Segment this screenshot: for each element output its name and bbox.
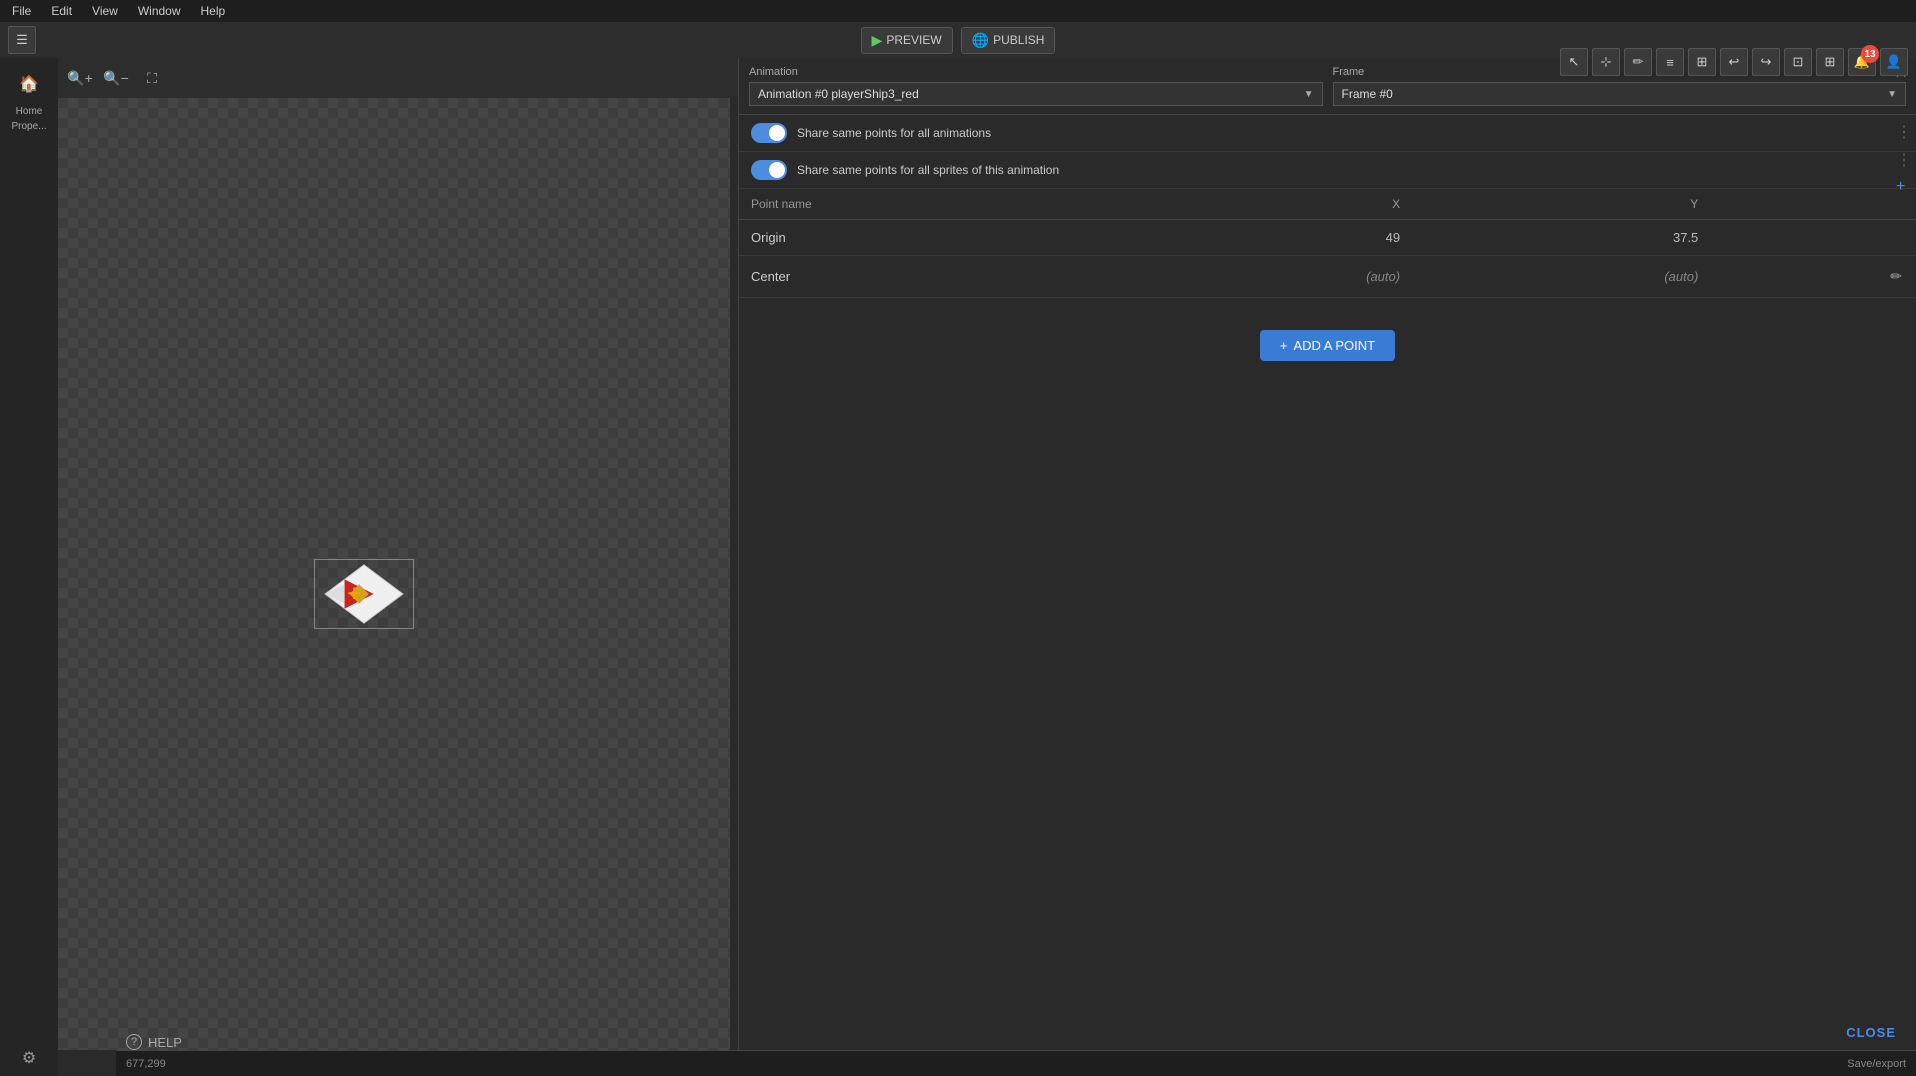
point-actions-origin xyxy=(1718,220,1916,256)
add-point-plus-icon: + xyxy=(1280,338,1288,353)
toggle1-label: Share same points for all animations xyxy=(797,126,991,140)
canvas-toolbar: 🔍+ 🔍− ⛶ xyxy=(58,58,738,98)
point-name-center: Center xyxy=(739,256,1122,298)
help-circle-icon: ? xyxy=(126,1034,142,1050)
status-right: Save/export xyxy=(1847,1058,1906,1070)
menu-item-file[interactable]: File xyxy=(8,2,35,20)
frame-dropdown-arrow: ▼ xyxy=(1887,89,1897,100)
point-actions-center[interactable]: ✏ xyxy=(1718,256,1916,298)
notification-badge: 13 xyxy=(1861,45,1879,63)
left-sidebar: 🏠 Home Prope... ⚙ xyxy=(0,58,58,1076)
panel-more-icon[interactable]: ⋮ xyxy=(1896,122,1912,142)
animation-selector-group: Animation Animation #0 playerShip3_red ▼ xyxy=(749,66,1323,106)
account-btn[interactable]: 👤 xyxy=(1880,48,1908,76)
zoom-in-button[interactable]: 🔍+ xyxy=(66,64,94,92)
zoom-out-icon: 🔍− xyxy=(103,70,129,87)
top-toolbar: ☰ ▶ PREVIEW 🌐 PUBLISH ↖ ⊹ ✏ ≡ ⊞ ↩ ↪ ⊡ ⊞ … xyxy=(0,22,1916,58)
sidebar-settings[interactable]: ⚙ xyxy=(11,1040,47,1076)
col-header-actions xyxy=(1718,189,1916,220)
col-header-y: Y xyxy=(1420,189,1718,220)
point-x-origin: 49 xyxy=(1122,220,1420,256)
point-name-origin: Origin xyxy=(739,220,1122,256)
add-point-label: ADD A POINT xyxy=(1293,338,1375,353)
coordinates-display: 677,299 xyxy=(126,1058,166,1070)
help-button[interactable]: ? HELP xyxy=(126,1034,182,1050)
toggle-row-1: Share same points for all animations xyxy=(739,115,1916,152)
sidebar-bottom: ⚙ xyxy=(11,1040,47,1076)
menu-item-help[interactable]: Help xyxy=(197,2,230,20)
canvas-view[interactable]: 🔍+ 🔍− ⛶ xyxy=(58,58,738,1050)
publish-icon: 🌐 xyxy=(972,32,989,49)
frame-select[interactable]: Frame #0 ▼ xyxy=(1333,82,1907,106)
preview-button[interactable]: ▶ PREVIEW xyxy=(861,27,953,54)
help-label: HELP xyxy=(148,1035,182,1050)
table-row: Origin 49 37.5 xyxy=(739,220,1916,256)
play-icon: ▶ xyxy=(872,32,883,49)
table-row: Center (auto) (auto) ✏ xyxy=(739,256,1916,298)
menu-item-view[interactable]: View xyxy=(88,2,122,20)
zoom-fit[interactable]: ⊡ xyxy=(1784,48,1812,76)
add-point-button[interactable]: + ADD A POINT xyxy=(1260,330,1395,361)
point-x-center: (auto) xyxy=(1122,256,1420,298)
layout-tool[interactable]: ⊞ xyxy=(1688,48,1716,76)
panel-side-actions: ⋮ ⋮ + xyxy=(1892,118,1916,200)
menu-item-window[interactable]: Window xyxy=(134,2,185,20)
publish-label: PUBLISH xyxy=(993,33,1044,47)
checkerboard-canvas[interactable]: ✛ xyxy=(58,98,738,1050)
canvas-vscroll[interactable] xyxy=(730,98,738,1050)
status-bar: 677,299 Save/export xyxy=(116,1050,1916,1076)
point-y-center: (auto) xyxy=(1420,256,1718,298)
ship-svg xyxy=(315,560,413,628)
zoom-out-button[interactable]: 🔍− xyxy=(102,64,130,92)
sidebar-home-label[interactable]: Home xyxy=(11,106,47,117)
sprite-box: ✛ xyxy=(314,559,414,629)
point-y-origin: 37.5 xyxy=(1420,220,1718,256)
sidebar-properties[interactable]: Prope... xyxy=(11,121,47,132)
close-button[interactable]: CLOSE xyxy=(1826,1015,1916,1050)
zoom-in-icon: 🔍+ xyxy=(67,70,93,87)
panel-more-icon-2[interactable]: ⋮ xyxy=(1896,150,1912,170)
animation-value: Animation #0 playerShip3_red xyxy=(758,87,919,101)
toggle-all-animations[interactable] xyxy=(751,123,787,143)
right-panel: Animation Animation #0 playerShip3_red ▼… xyxy=(738,58,1916,1050)
redo-btn[interactable]: ↪ xyxy=(1752,48,1780,76)
animation-dropdown-arrow: ▼ xyxy=(1304,89,1314,100)
col-header-name: Point name xyxy=(739,189,1122,220)
toggle2-label: Share same points for all sprites of thi… xyxy=(797,163,1059,177)
close-label: CLOSE xyxy=(1846,1025,1896,1040)
toolbar-right: ↖ ⊹ ✏ ≡ ⊞ ↩ ↪ ⊡ ⊞ 🔔 13 👤 xyxy=(1560,44,1908,80)
toggle-all-sprites[interactable] xyxy=(751,160,787,180)
undo-btn[interactable]: ↩ xyxy=(1720,48,1748,76)
animation-label: Animation xyxy=(749,66,1323,78)
list-tool[interactable]: ≡ xyxy=(1656,48,1684,76)
fullscreen-icon: ⛶ xyxy=(147,70,157,87)
origin-crosshair: ✛ xyxy=(347,584,360,604)
edit-tool[interactable]: ✏ xyxy=(1624,48,1652,76)
notifications[interactable]: 🔔 13 xyxy=(1848,48,1876,76)
col-header-x: X xyxy=(1122,189,1420,220)
edit-center-button[interactable]: ✏ xyxy=(1884,266,1908,287)
fullscreen-button[interactable]: ⛶ xyxy=(138,64,166,92)
select-tool[interactable]: ⊹ xyxy=(1592,48,1620,76)
panel-add-icon[interactable]: + xyxy=(1896,178,1912,196)
preview-label: PREVIEW xyxy=(886,33,941,47)
menu-icon[interactable]: ☰ xyxy=(8,26,36,54)
publish-button[interactable]: 🌐 PUBLISH xyxy=(961,27,1056,54)
grid-view[interactable]: ⊞ xyxy=(1816,48,1844,76)
sprite-container: ✛ xyxy=(314,559,414,629)
animation-select[interactable]: Animation #0 playerShip3_red ▼ xyxy=(749,82,1323,106)
frame-value: Frame #0 xyxy=(1342,87,1393,101)
cursor-tool[interactable]: ↖ xyxy=(1560,48,1588,76)
points-table: Point name X Y Origin 49 37.5 xyxy=(739,189,1916,298)
editor-area: 🔍+ 🔍− ⛶ xyxy=(58,58,1916,1076)
toggle-row-2: Share same points for all sprites of thi… xyxy=(739,152,1916,189)
menu-item-edit[interactable]: Edit xyxy=(47,2,76,20)
add-point-container: + ADD A POINT xyxy=(739,314,1916,377)
sidebar-home[interactable]: 🏠 xyxy=(11,66,47,102)
menu-bar: File Edit View Window Help xyxy=(0,0,1916,22)
